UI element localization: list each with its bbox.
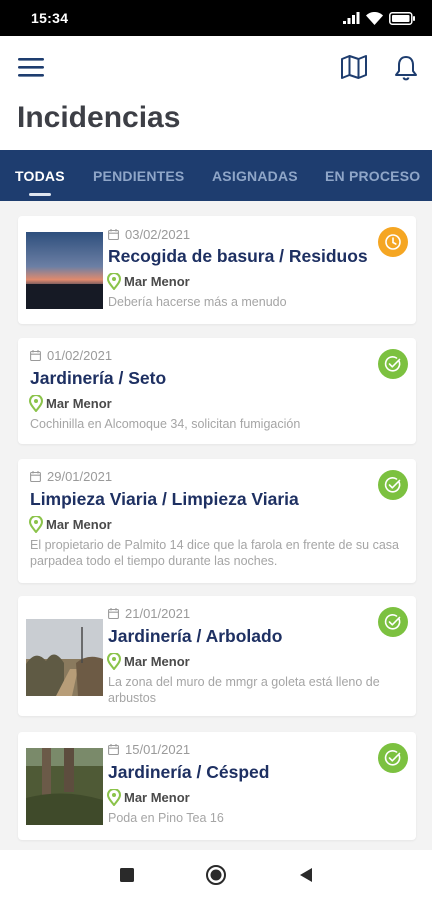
- home-button[interactable]: [204, 863, 228, 887]
- incident-location: Mar Menor: [107, 789, 190, 806]
- incident-description: La zona del muro de mmgr a goleta está l…: [108, 675, 380, 705]
- location-pin-icon: [107, 273, 121, 290]
- status-done-badge: [378, 470, 408, 500]
- status-done-badge: [378, 607, 408, 637]
- incident-description: Cochinilla en Alcomoque 34, solicitan fu…: [30, 417, 301, 431]
- incident-location-text: Mar Menor: [124, 790, 190, 805]
- location-pin-icon: [29, 395, 43, 412]
- status-done-badge: [378, 743, 408, 773]
- incident-title: Jardinería / Arbolado: [108, 626, 283, 646]
- tab-asignadas[interactable]: ASIGNADAS: [212, 168, 298, 184]
- calendar-icon: [30, 350, 41, 361]
- incident-card[interactable]: 15/01/2021 Jardinería / Césped Mar Menor…: [18, 732, 416, 840]
- incident-date: 29/01/2021: [30, 469, 112, 484]
- calendar-icon: [30, 471, 41, 482]
- battery-icon: [389, 11, 415, 25]
- calendar-icon: [108, 608, 119, 619]
- check-circle-icon: [384, 750, 401, 766]
- incident-description: Poda en Pino Tea 16: [108, 811, 224, 825]
- wifi-icon: [366, 11, 383, 25]
- check-circle-icon: [384, 614, 401, 630]
- menu-button[interactable]: [18, 56, 44, 78]
- location-pin-icon: [107, 789, 121, 806]
- map-button[interactable]: [340, 54, 368, 80]
- incident-date-text: 03/02/2021: [125, 227, 191, 242]
- bell-icon: [395, 56, 417, 81]
- recents-button[interactable]: [115, 863, 139, 887]
- incident-location: Mar Menor: [29, 516, 112, 533]
- incident-location-text: Mar Menor: [46, 396, 112, 411]
- app-bar: Incidencias: [0, 36, 432, 150]
- incident-title: Recogida de basura / Residuos: [108, 246, 368, 266]
- incident-photo: [26, 232, 103, 309]
- triangle-back-icon: [300, 868, 312, 882]
- incident-title: Jardinería / Césped: [108, 762, 270, 782]
- incident-card[interactable]: 01/02/2021 Jardinería / Seto Mar Menor C…: [18, 338, 416, 444]
- incident-location-text: Mar Menor: [124, 274, 190, 289]
- active-tab-indicator: [29, 193, 51, 196]
- signal-icon: [343, 12, 360, 24]
- incident-list[interactable]: 03/02/2021 Recogida de basura / Residuos…: [0, 201, 432, 850]
- incident-location: Mar Menor: [29, 395, 112, 412]
- status-time: 15:34: [31, 10, 69, 26]
- square-icon: [120, 868, 134, 882]
- location-pin-icon: [107, 653, 121, 670]
- incident-date-text: 01/02/2021: [47, 348, 113, 363]
- incident-date: 03/02/2021: [108, 227, 190, 242]
- clock-icon: [385, 234, 401, 250]
- calendar-icon: [108, 744, 119, 755]
- page-title: Incidencias: [17, 101, 181, 134]
- status-done-badge: [378, 349, 408, 379]
- system-icons: [343, 11, 416, 25]
- status-pending-badge: [378, 227, 408, 257]
- incident-location: Mar Menor: [107, 273, 190, 290]
- check-circle-icon: [384, 477, 401, 493]
- incident-title: Jardinería / Seto: [30, 368, 167, 388]
- incident-card[interactable]: 03/02/2021 Recogida de basura / Residuos…: [18, 216, 416, 324]
- incident-date: 15/01/2021: [108, 742, 190, 757]
- location-pin-icon: [29, 516, 43, 533]
- tab-en-proceso[interactable]: EN PROCESO: [325, 168, 420, 184]
- check-circle-icon: [384, 356, 401, 372]
- incident-date: 01/02/2021: [30, 348, 112, 363]
- incident-location: Mar Menor: [107, 653, 190, 670]
- status-bar: 15:34: [0, 0, 432, 36]
- incident-photo: [26, 619, 103, 696]
- back-button[interactable]: [294, 863, 318, 887]
- incident-date-text: 15/01/2021: [125, 742, 191, 757]
- calendar-icon: [108, 229, 119, 240]
- incident-location-text: Mar Menor: [124, 654, 190, 669]
- system-nav-bar: [0, 850, 432, 900]
- notifications-button[interactable]: [393, 54, 419, 82]
- incident-location-text: Mar Menor: [46, 517, 112, 532]
- hamburger-menu-icon: [18, 58, 44, 77]
- tab-pendientes[interactable]: PENDIENTES: [93, 168, 184, 184]
- tab-todas[interactable]: TODAS: [15, 168, 65, 184]
- incident-description: Debería hacerse más a menudo: [108, 295, 287, 309]
- incident-card[interactable]: 29/01/2021 Limpieza Viaria / Limpieza Vi…: [18, 459, 416, 583]
- incident-date-text: 21/01/2021: [125, 606, 191, 621]
- map-icon: [341, 55, 367, 79]
- incident-description: El propietario de Palmito 14 dice que la…: [30, 538, 399, 568]
- incident-photo: [26, 748, 103, 825]
- incident-card[interactable]: 21/01/2021 Jardinería / Arbolado Mar Men…: [18, 596, 416, 716]
- incident-date-text: 29/01/2021: [47, 469, 113, 484]
- incident-title: Limpieza Viaria / Limpieza Viaria: [30, 489, 299, 509]
- circle-icon: [206, 865, 226, 885]
- filter-tabs: TODAS PENDIENTES ASIGNADAS EN PROCESO: [0, 150, 432, 201]
- incident-date: 21/01/2021: [108, 606, 190, 621]
